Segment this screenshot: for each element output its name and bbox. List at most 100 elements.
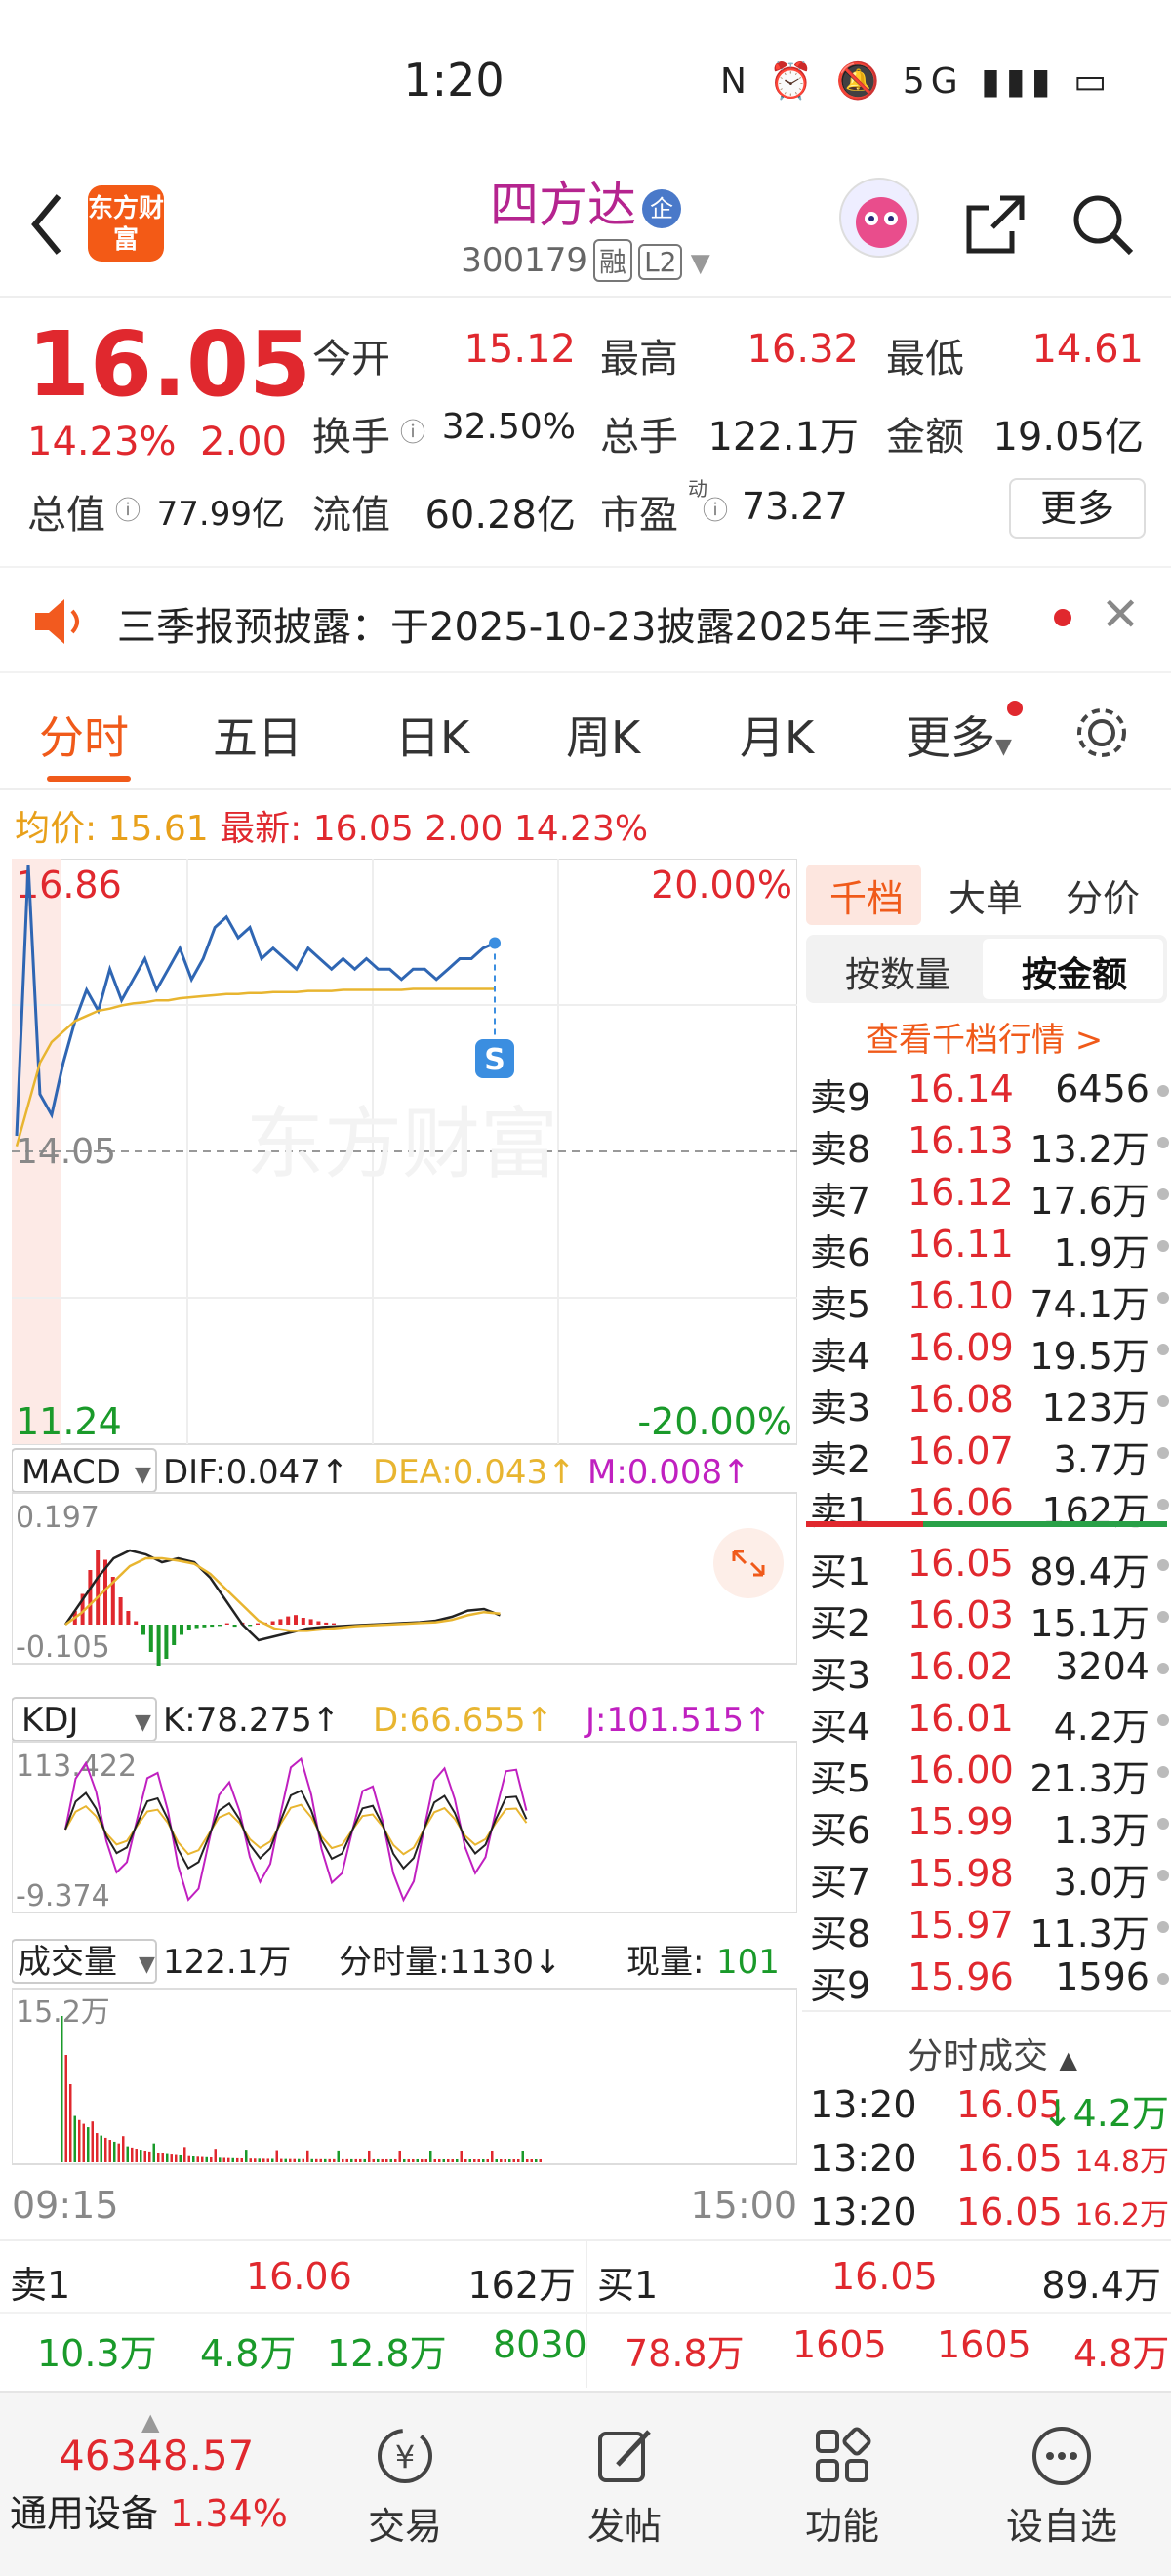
volume-bar xyxy=(447,2158,450,2162)
buy-order-row[interactable]: 买9 15.96 1596 xyxy=(810,1955,1171,2007)
buy-row-value: 4.8万 xyxy=(1073,2332,1170,2375)
sell-order-row[interactable]: 卖9 16.14 6456 xyxy=(810,1067,1171,1119)
volume-bar xyxy=(280,2158,283,2162)
tab-weekly-k[interactable]: 周K xyxy=(566,703,640,767)
index-widget[interactable]: ▲ 46348.57 通用设备 1.34% xyxy=(10,2410,288,2537)
sell-order-row[interactable]: 卖6 16.11 1.9万 xyxy=(810,1223,1171,1274)
trades-title[interactable]: 分时成交 ▲ xyxy=(908,2028,1077,2078)
order-level-label: 卖2 xyxy=(810,1438,871,1481)
volume-bar xyxy=(530,2158,533,2162)
order-dot xyxy=(1157,1714,1169,1726)
kdj-k: K:78.275↑ xyxy=(163,1701,340,1740)
settings-gear-icon[interactable] xyxy=(1071,703,1132,763)
volume-bar xyxy=(521,2150,524,2162)
buy-order-row[interactable]: 买5 16.00 21.3万 xyxy=(810,1749,1171,1800)
nav-functions[interactable]: 功能 xyxy=(774,2422,910,2550)
volume-bar xyxy=(368,2150,371,2162)
announcement-bar[interactable]: 三季报预披露：于2025-10-23披露2025年三季报 ✕ xyxy=(0,566,1171,673)
volume-bar xyxy=(113,2141,116,2162)
volume-bar xyxy=(526,2158,529,2162)
chart-tabs: 分时 五日 日K 周K 月K 更多▼ xyxy=(0,673,1171,790)
tab-big-orders[interactable]: 大单 xyxy=(949,868,1023,922)
buy-order-row[interactable]: 买6 15.99 1.3万 xyxy=(810,1800,1171,1852)
nav-post[interactable]: 发帖 xyxy=(556,2422,693,2550)
buy1-volume: 89.4万 xyxy=(1041,2264,1161,2307)
macd-bar xyxy=(270,1621,275,1625)
dropdown-icon: ▼ xyxy=(135,1463,151,1487)
more-button[interactable]: 更多 xyxy=(1009,478,1146,539)
buy-order-row[interactable]: 买8 15.97 11.3万 xyxy=(810,1904,1171,1955)
nav-add-watchlist[interactable]: 设自选 xyxy=(993,2422,1130,2550)
volume-bar xyxy=(460,2150,463,2162)
close-icon[interactable]: ✕ xyxy=(1101,587,1140,642)
volume-bar xyxy=(245,2150,248,2162)
open-label: 今开 xyxy=(312,337,390,382)
volume-bar xyxy=(249,2158,252,2162)
search-icon[interactable] xyxy=(1069,190,1137,259)
status-bar: 1:20 N ⏰ 🔕 5G ▮▮▮ ▭ xyxy=(0,0,1171,166)
buy-order-row[interactable]: 买4 16.01 4.2万 xyxy=(810,1697,1171,1749)
share-icon[interactable] xyxy=(961,190,1030,259)
volume-bar xyxy=(293,2158,296,2162)
tab-level-book[interactable]: 千档 xyxy=(829,868,904,922)
volume-bar xyxy=(473,2158,476,2162)
sell-order-row[interactable]: 卖8 16.13 13.2万 xyxy=(810,1119,1171,1171)
order-level-label: 卖9 xyxy=(810,1076,871,1119)
nav-trade[interactable]: ¥ 交易 xyxy=(337,2422,473,2550)
tab-more[interactable]: 更多▼ xyxy=(906,703,1012,767)
order-volume: 21.3万 xyxy=(1030,1757,1150,1800)
order-volume: 3.7万 xyxy=(1053,1438,1150,1481)
change-amount: 2.00 xyxy=(200,420,288,464)
volume-bar xyxy=(477,2158,480,2162)
chart-area[interactable]: 东方财富 16.86 14.05 11.24 20.00% -20.00% S … xyxy=(11,858,798,2244)
subtab-by-quantity[interactable]: 按数量 xyxy=(845,946,950,997)
tab-five-day[interactable]: 五日 xyxy=(213,703,303,767)
margin-badge: 融 xyxy=(593,239,633,282)
buy-order-row[interactable]: 买3 16.02 3204 xyxy=(810,1645,1171,1697)
tab-monthly-k[interactable]: 月K xyxy=(740,703,814,767)
order-price: 16.09 xyxy=(908,1326,1014,1369)
volume-bar xyxy=(157,2153,160,2162)
order-volume: 15.1万 xyxy=(1030,1602,1150,1645)
order-dot xyxy=(1157,1663,1169,1674)
sell-order-row[interactable]: 卖3 16.08 123万 xyxy=(810,1378,1171,1429)
assistant-avatar-icon[interactable] xyxy=(839,178,919,258)
volume-bar xyxy=(464,2158,467,2162)
sell-order-row[interactable]: 卖5 16.10 74.1万 xyxy=(810,1274,1171,1326)
macd-bar xyxy=(308,1619,313,1625)
tab-daily-k[interactable]: 日K xyxy=(395,703,469,767)
order-dot xyxy=(1157,1137,1169,1148)
order-price: 16.13 xyxy=(908,1119,1014,1162)
sell-order-row[interactable]: 卖4 16.09 19.5万 xyxy=(810,1326,1171,1378)
dropdown-icon[interactable]: ▼ xyxy=(682,249,710,278)
volume-bar xyxy=(166,2153,169,2162)
tab-price-distribution[interactable]: 分价 xyxy=(1066,868,1140,922)
info-icon[interactable]: ⓘ xyxy=(703,491,728,527)
time-end: 15:00 xyxy=(690,2184,797,2227)
macd-bar xyxy=(156,1625,161,1666)
volume-bar xyxy=(289,2158,292,2162)
tab-intraday[interactable]: 分时 xyxy=(39,703,129,767)
sell-order-row[interactable]: 卖7 16.12 17.6万 xyxy=(810,1171,1171,1223)
tick-volume: 分时量:1130↓ xyxy=(339,1943,561,1982)
intraday-chart[interactable]: 东方财富 16.86 14.05 11.24 20.00% -20.00% S … xyxy=(11,858,798,2244)
expand-chart-icon[interactable] xyxy=(713,1528,784,1598)
volume-bar xyxy=(337,2150,340,2162)
order-dot xyxy=(1157,1344,1169,1355)
order-price: 16.01 xyxy=(908,1697,1014,1740)
buy-order-row[interactable]: 买1 16.05 89.4万 xyxy=(810,1542,1171,1593)
info-icon[interactable]: ⓘ xyxy=(400,413,425,449)
index-info: 通用设备 1.34% xyxy=(10,2483,288,2537)
volume-bar xyxy=(87,2127,90,2162)
volume-bar xyxy=(508,2158,511,2162)
subtab-by-amount[interactable]: 按金额 xyxy=(1022,946,1127,997)
view-book-link[interactable]: 查看千档行情 > xyxy=(866,1013,1103,1061)
volume-bar xyxy=(468,2158,471,2162)
buy-order-row[interactable]: 买2 16.03 15.1万 xyxy=(810,1593,1171,1645)
info-icon[interactable]: ⓘ xyxy=(115,491,141,527)
volume-label: 成交量 xyxy=(18,1943,117,1982)
trade-row: 13:20 16.05 16.2万 xyxy=(810,2191,1171,2241)
order-volume: 17.6万 xyxy=(1030,1180,1150,1223)
buy-order-row[interactable]: 买7 15.98 3.0万 xyxy=(810,1852,1171,1904)
sell-order-row[interactable]: 卖2 16.07 3.7万 xyxy=(810,1429,1171,1481)
